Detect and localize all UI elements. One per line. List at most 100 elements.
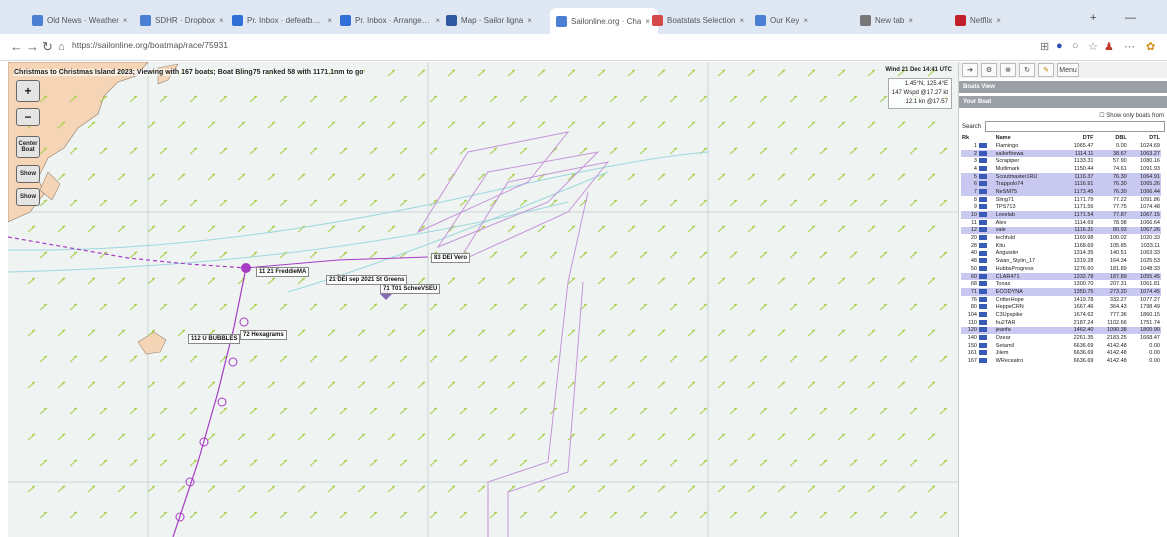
section-your-boat[interactable]: Your Boat [959, 96, 1167, 108]
record-icon[interactable]: ● [1056, 40, 1063, 52]
browser-tab[interactable]: Boatstats Selection × [652, 10, 748, 30]
table-row[interactable]: 6 Trappolo74 1116.91 76.30 1065.26 [961, 180, 1161, 189]
browser-tab[interactable]: Pr. Inbox · Arranger · defeat u × [340, 10, 440, 30]
browser-tab[interactable]: Old News · Weather × [32, 10, 132, 30]
cell-dtl: 0.00 [1149, 358, 1160, 365]
forward-button[interactable]: → [26, 39, 39, 54]
table-row[interactable]: 28 Kitu 1168.69 105.85 1033.11 [961, 242, 1161, 250]
table-row[interactable]: 4 Mutlimark 1150.44 74.61 1091.93 [961, 165, 1161, 173]
show-only-checkbox[interactable]: ☐ [1099, 113, 1104, 119]
table-row[interactable]: 10 Lovelab 1171.54 77.87 1067.15 [961, 211, 1161, 219]
table-row[interactable]: 60 CLAR471 1332.78 187.89 1055.45 [961, 272, 1161, 281]
close-tab-icon[interactable]: × [803, 16, 808, 25]
close-tab-icon[interactable]: × [908, 16, 913, 25]
show-button-2[interactable]: Show [16, 188, 40, 206]
section-boats-view[interactable]: Boats View [959, 81, 1167, 93]
arrow-icon[interactable]: ➔ [962, 63, 978, 77]
table-row[interactable]: 7 NeSM75 1173.45 76.30 1066.44 [961, 188, 1161, 196]
table-row[interactable]: 20 techfuld 1169.98 100.02 1020.33 [961, 234, 1161, 242]
race-map[interactable]: Christmas to Christmas Island 2023; View… [8, 62, 958, 537]
table-row[interactable]: 1 Flamingo 1065.47 0.00 1024.69 [961, 142, 1161, 150]
column-header[interactable]: Rk [961, 134, 978, 142]
back-button[interactable]: ← [10, 39, 23, 54]
browser-tab[interactable]: Our Key × [755, 10, 851, 30]
cell-flag [977, 226, 995, 235]
menu-icon[interactable]: ⋯ [1124, 40, 1135, 53]
close-tab-icon[interactable]: × [645, 17, 650, 26]
table-row[interactable]: 71 ECODYNA 1350.75 273.20 1074.45 [961, 288, 1161, 296]
table-row[interactable]: 3 Scrapiper 1133.31 57.90 1080.16 [961, 157, 1161, 165]
table-row[interactable]: 11 Alex 1114.69 78.98 1066.64 [961, 219, 1161, 227]
close-tab-icon[interactable]: × [739, 16, 744, 25]
table-row[interactable]: 12 vale 1116.31 80.93 1067.26 [961, 226, 1161, 235]
browser-tab[interactable]: Map · Sailor ligna × [446, 10, 544, 30]
center-boat-button[interactable]: Center Boat [16, 136, 40, 158]
table-row[interactable]: 167 WReceatro 6636.69 4142.48 0.00 [961, 357, 1161, 365]
table-row[interactable]: 104 C3Upspike 1674.62 777.36 1860.15 [961, 311, 1161, 319]
table-row[interactable]: 120 jeanfa 1462.40 1090.38 1800.90 [961, 326, 1161, 335]
flag-icon [978, 212, 987, 218]
reload-icon[interactable]: ↻ [1019, 63, 1035, 77]
flag-icon [978, 273, 987, 279]
column-header[interactable]: DBL [1095, 134, 1128, 142]
flag-icon [978, 242, 987, 248]
close-tab-icon[interactable]: × [527, 16, 532, 25]
column-header[interactable]: DTF [1061, 134, 1094, 142]
table-row[interactable]: 5 Scoutmaster1RU 1116.37 76.30 1064.91 [961, 172, 1161, 181]
table-row[interactable]: 40 Anguistin 1314.35 140.51 1063.33 [961, 250, 1161, 258]
cell-flag [978, 219, 995, 227]
circle-icon[interactable]: ○ [1072, 40, 1079, 52]
gear-icon[interactable]: ✿ [1146, 40, 1155, 53]
map-canvas[interactable] [8, 62, 958, 537]
column-header[interactable]: Name [995, 134, 1062, 142]
browser-tab[interactable]: SDHR · Dropbox × [140, 10, 225, 30]
extensions-icon[interactable]: ⊞ [1040, 40, 1049, 53]
menu-button[interactable]: Menu [1057, 63, 1079, 77]
browser-tab[interactable]: Pr. Inbox · defeatbuccs × [232, 10, 332, 30]
close-tab-icon[interactable]: × [123, 16, 128, 25]
table-row[interactable]: 50 HubbsProgress 1276.60 181.89 1048.33 [961, 265, 1161, 273]
zoom-out-button[interactable]: − [16, 108, 40, 126]
pencil-icon[interactable]: ✎ [1038, 63, 1054, 77]
cell-dtl: 1067.15 [1127, 211, 1161, 219]
table-row[interactable]: 140 Ozear 2261.35 2183.25 1668.47 [961, 334, 1161, 342]
minimize-button[interactable]: — [1125, 12, 1136, 24]
close-tab-icon[interactable]: × [327, 16, 332, 25]
boat-label[interactable]: 83 DEI Vero [431, 253, 471, 263]
close-tab-icon[interactable]: × [435, 16, 440, 25]
new-tab-button[interactable]: + [1090, 12, 1096, 24]
table-row[interactable]: 110 hu2TAR 2187.24 1102.66 1751.74 [961, 319, 1161, 327]
boat-label[interactable]: 112 U BUBBLES [188, 334, 241, 344]
boat-label-main[interactable]: 11 21 FreddieMA [256, 267, 310, 277]
boat-label[interactable]: 71 T01 ScheeVSEU [380, 284, 441, 294]
zoom-in-button[interactable]: + [16, 80, 40, 102]
close-tab-icon[interactable]: × [219, 16, 224, 25]
browser-tab[interactable]: New tab × [860, 10, 948, 30]
zoom-icon[interactable]: ⊕ [1000, 63, 1016, 77]
boat-label[interactable]: 72 Hexagrams [240, 330, 287, 340]
table-row[interactable]: 48 Swan_Stylin_17 1319.28 164.34 1025.53 [961, 257, 1161, 265]
table-row[interactable]: 68 Tonas 1300.70 207.31 1061.81 [961, 280, 1161, 288]
table-row[interactable]: 2 sailorfirewa 1114.11 38.67 1063.27 [961, 149, 1161, 158]
show-button-1[interactable]: Show [16, 165, 40, 183]
home-button[interactable]: ⌂ [58, 41, 65, 53]
url-field[interactable]: https://sailonline.org/boatmap/race/7593… [72, 40, 228, 50]
browser-tab[interactable]: Netflix × [955, 10, 1035, 30]
column-header[interactable] [978, 134, 995, 142]
table-row[interactable]: 9 TPS713 1171.56 77.75 1074.48 [961, 204, 1161, 212]
table-row[interactable]: 8 Sling71 1171.79 77.22 1091.86 [961, 196, 1161, 204]
table-row[interactable]: 161 Jilem 6636.69 4142.48 0.00 [961, 350, 1161, 358]
profile-icon[interactable]: ♟ [1104, 40, 1114, 53]
cell-dtf: 2187.24 [1073, 319, 1094, 326]
column-header[interactable]: DTL [1128, 134, 1161, 142]
table-row[interactable]: 80 HeppeCRN 1667.46 364.43 1798.49 [961, 303, 1161, 311]
table-row[interactable]: 150 Setamil 6636.69 4142.48 0.00 [961, 342, 1161, 350]
search-input[interactable] [985, 121, 1165, 132]
sea-background [8, 62, 958, 537]
reload-button[interactable]: ↻ [42, 39, 53, 55]
favorites-icon[interactable]: ☆ [1088, 40, 1098, 53]
close-tab-icon[interactable]: × [996, 16, 1001, 25]
settings-icon[interactable]: ⚙ [981, 63, 997, 77]
table-row[interactable]: 76 CritterHope 1419.78 332.27 1077.27 [961, 296, 1161, 304]
browser-tab[interactable]: Sailonline.org · Cha × [550, 8, 658, 34]
